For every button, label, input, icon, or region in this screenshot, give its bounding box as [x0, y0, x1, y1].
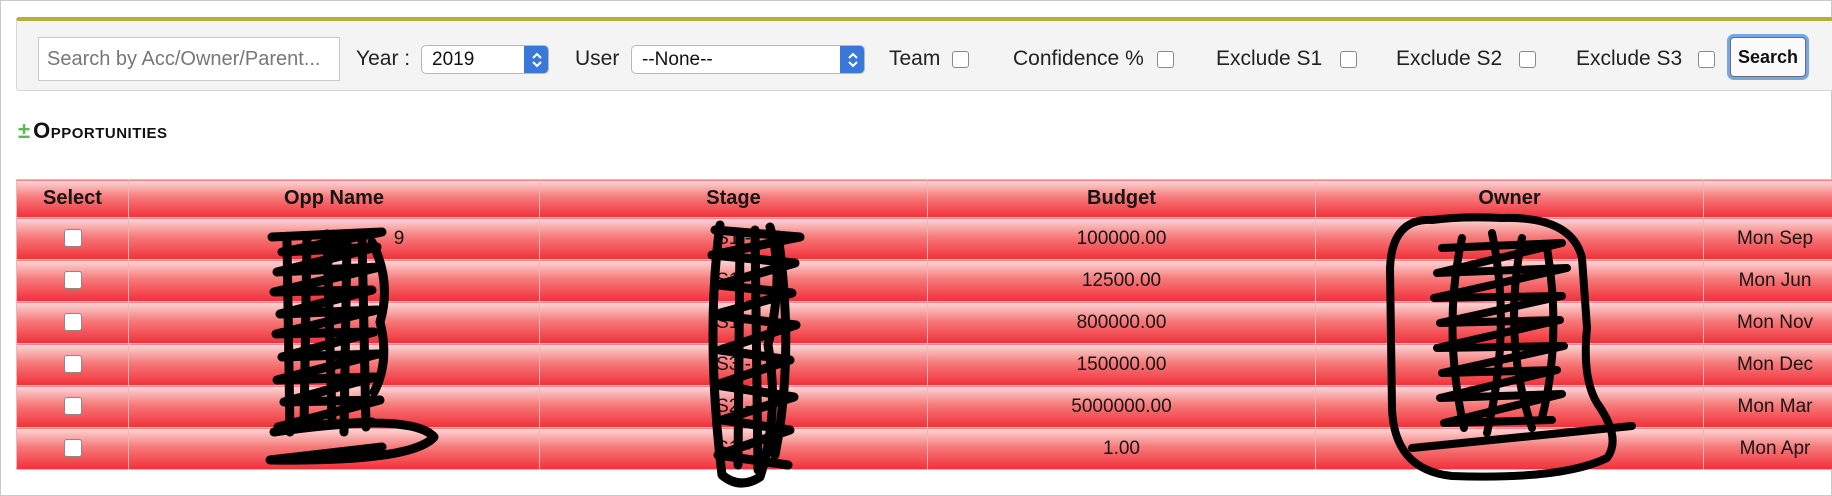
col-header-stage[interactable]: Stage	[539, 179, 928, 218]
opp-name-cell[interactable]: 9	[128, 217, 540, 260]
row-select-checkbox[interactable]	[63, 439, 82, 458]
team-checkbox[interactable]	[952, 51, 969, 68]
col-header-select[interactable]: Select	[16, 179, 129, 218]
owner-cell	[1315, 427, 1704, 470]
search-button[interactable]: Search	[1730, 37, 1806, 77]
opp-name-cell[interactable]	[128, 427, 540, 470]
budget-cell: 800000.00	[927, 301, 1316, 344]
stage-cell: S2 -	[539, 385, 928, 428]
close-date-cell: Mon Jun	[1703, 259, 1832, 302]
col-header-owner[interactable]: Owner	[1315, 179, 1704, 218]
row-select-checkbox[interactable]	[63, 271, 82, 290]
stage-cell: S1 -	[539, 427, 928, 470]
owner-cell	[1315, 385, 1704, 428]
search-input[interactable]	[38, 37, 340, 81]
table-row: S1 - 12500.00 Mon Jun	[16, 259, 1832, 302]
exclude-s3-label: Exclude S3	[1576, 47, 1683, 70]
budget-cell: 150000.00	[927, 343, 1316, 386]
budget-cell: 12500.00	[927, 259, 1316, 302]
col-header-opp-name[interactable]: Opp Name	[128, 179, 540, 218]
exclude-s1-label: Exclude S1	[1216, 47, 1323, 70]
col-header-close-date	[1703, 179, 1832, 218]
owner-cell	[1315, 343, 1704, 386]
table-row: S2 - 5000000.00 Mon Mar	[16, 385, 1832, 428]
user-label: User	[575, 47, 620, 70]
table-row: 9 S1 - 100000.00 Mon Sep	[16, 217, 1832, 260]
opp-name-cell[interactable]	[128, 385, 540, 428]
budget-cell: 1.00	[927, 427, 1316, 470]
select-stepper-icon	[524, 46, 548, 73]
exclude-s2-label: Exclude S2	[1396, 47, 1503, 70]
exclude-s2-checkbox[interactable]	[1519, 51, 1536, 68]
close-date-cell: Mon Mar	[1703, 385, 1832, 428]
owner-cell	[1315, 217, 1704, 260]
opp-name-cell[interactable]	[128, 343, 540, 386]
filter-panel: Year : 2019 User --None-- Team Confidenc…	[16, 17, 1832, 91]
row-select-checkbox[interactable]	[63, 397, 82, 416]
opp-name-cell[interactable]	[128, 301, 540, 344]
confidence-label: Confidence %	[1013, 47, 1144, 70]
stage-cell: S1 -	[539, 301, 928, 344]
col-header-budget[interactable]: Budget	[927, 179, 1316, 218]
close-date-cell: Mon Nov	[1703, 301, 1832, 344]
section-header: ± Opportunities	[18, 118, 168, 144]
owner-cell	[1315, 259, 1704, 302]
owner-cell	[1315, 301, 1704, 344]
confidence-checkbox[interactable]	[1157, 51, 1174, 68]
exclude-s3-checkbox[interactable]	[1698, 51, 1715, 68]
row-select-checkbox[interactable]	[63, 355, 82, 374]
table-row: S1 - 1.00 Mon Apr	[16, 427, 1832, 470]
table-row: S1 - 800000.00 Mon Nov	[16, 301, 1832, 344]
stage-cell: S1 -	[539, 217, 928, 260]
user-value: --None--	[642, 49, 713, 70]
row-select-checkbox[interactable]	[63, 229, 82, 248]
row-select-checkbox[interactable]	[63, 313, 82, 332]
stage-cell: S1 -	[539, 259, 928, 302]
budget-cell: 5000000.00	[927, 385, 1316, 428]
year-label: Year :	[356, 47, 411, 70]
close-date-cell: Mon Sep	[1703, 217, 1832, 260]
close-date-cell: Mon Dec	[1703, 343, 1832, 386]
opportunities-table: Select Opp Name Stage Budget Owner 9 S1 …	[16, 179, 1832, 470]
opp-name-cell[interactable]	[128, 259, 540, 302]
user-select[interactable]: --None--	[631, 45, 865, 74]
budget-cell: 100000.00	[927, 217, 1316, 260]
close-date-cell: Mon Apr	[1703, 427, 1832, 470]
table-header-row: Select Opp Name Stage Budget Owner	[16, 179, 1832, 218]
expand-collapse-icon[interactable]: ±	[18, 118, 30, 144]
exclude-s1-checkbox[interactable]	[1340, 51, 1357, 68]
select-stepper-icon	[840, 46, 864, 73]
year-select[interactable]: 2019	[421, 45, 549, 74]
stage-cell: S3 -	[539, 343, 928, 386]
table-row: S3 - 150000.00 Mon Dec	[16, 343, 1832, 386]
team-label: Team	[889, 47, 941, 70]
section-title: Opportunities	[33, 118, 168, 143]
year-value: 2019	[432, 49, 475, 70]
